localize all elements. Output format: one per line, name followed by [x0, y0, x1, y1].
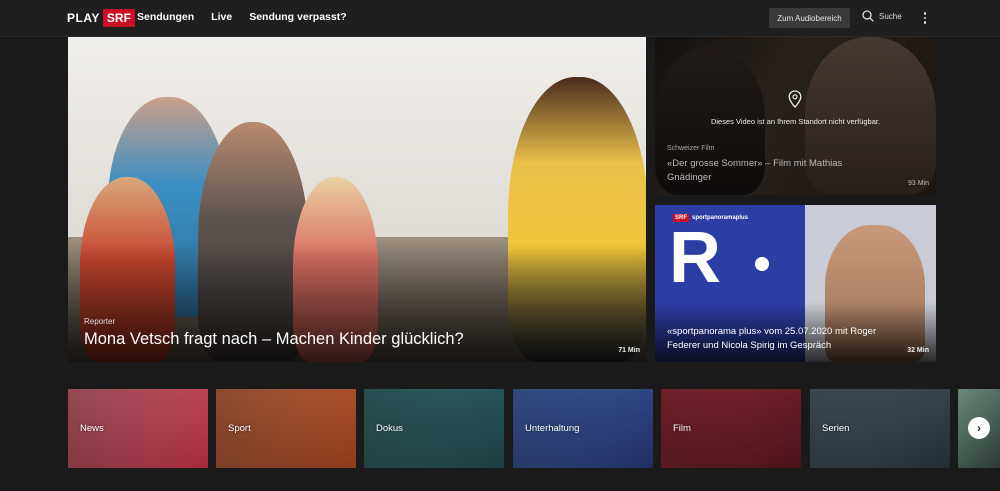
more-vertical-icon[interactable] — [920, 9, 930, 27]
sportpanorama-logo: SRF sportpanoramaplus — [673, 214, 748, 222]
hero-title[interactable]: Mona Vetsch fragt nach – Machen Kinder g… — [84, 330, 464, 349]
category-label: Serien — [822, 423, 850, 434]
tile2-title[interactable]: «sportpanorama plus» vom 25.07.2020 mit … — [667, 325, 907, 353]
play-srf-logo[interactable]: PLAY SRF — [67, 9, 135, 27]
category-label: Dokus — [376, 423, 403, 434]
teaser-sportpanorama-plus[interactable]: R SRF sportpanoramaplus «sportpanorama p… — [655, 205, 936, 362]
category-label: News — [80, 423, 104, 434]
chevron-right-icon[interactable]: › — [968, 417, 990, 439]
main-nav: Sendungen Live Sendung verpasst? — [137, 11, 347, 23]
audio-area-button[interactable]: Zum Audiobereich — [769, 8, 850, 28]
hero-kicker: Reporter — [84, 317, 116, 326]
category-label: Film — [673, 423, 691, 434]
top-bar: PLAY SRF Sendungen Live Sendung verpasst… — [0, 0, 1000, 37]
category-film[interactable]: Film — [661, 389, 801, 468]
tile2-duration: 32 Min — [907, 347, 929, 354]
tile1-duration: 93 Min — [907, 180, 929, 187]
logo-srf-badge: SRF — [102, 9, 135, 27]
tile2-art-letter: R — [669, 218, 721, 298]
category-sport[interactable]: Sport — [216, 389, 356, 468]
category-label: Sport — [228, 423, 251, 434]
brand-srf: SRF — [673, 214, 689, 222]
search-button[interactable]: Suche — [862, 10, 902, 22]
category-dokus[interactable]: Dokus — [364, 389, 504, 468]
category-unterhaltung[interactable]: Unterhaltung — [513, 389, 653, 468]
logo-play-text: PLAY — [67, 11, 100, 25]
search-icon — [862, 10, 874, 22]
tile1-kicker: Schweizer Film — [667, 145, 715, 152]
search-label: Suche — [879, 11, 902, 21]
tile1-title[interactable]: «Der grosse Sommer» – Film mit Mathias G… — [667, 157, 887, 185]
brand-name: sportpanoramaplus — [692, 215, 749, 221]
geoblock-notice: Dieses Video ist an Ihrem Standort nicht… — [710, 117, 881, 126]
teaser-der-grosse-sommer[interactable]: Dieses Video ist an Ihrem Standort nicht… — [655, 37, 936, 195]
tile2-art-dot — [755, 257, 769, 271]
hero-duration: 71 Min — [618, 347, 640, 354]
nav-sendung-verpasst[interactable]: Sendung verpasst? — [249, 11, 346, 23]
category-label: Unterhaltung — [525, 423, 580, 434]
hero-teaser[interactable]: Reporter Mona Vetsch fragt nach – Machen… — [68, 37, 646, 362]
category-serien[interactable]: Serien — [810, 389, 950, 468]
nav-sendungen[interactable]: Sendungen — [137, 11, 194, 23]
location-pin-icon — [788, 90, 802, 108]
nav-live[interactable]: Live — [211, 11, 232, 23]
category-news[interactable]: News — [68, 389, 208, 468]
